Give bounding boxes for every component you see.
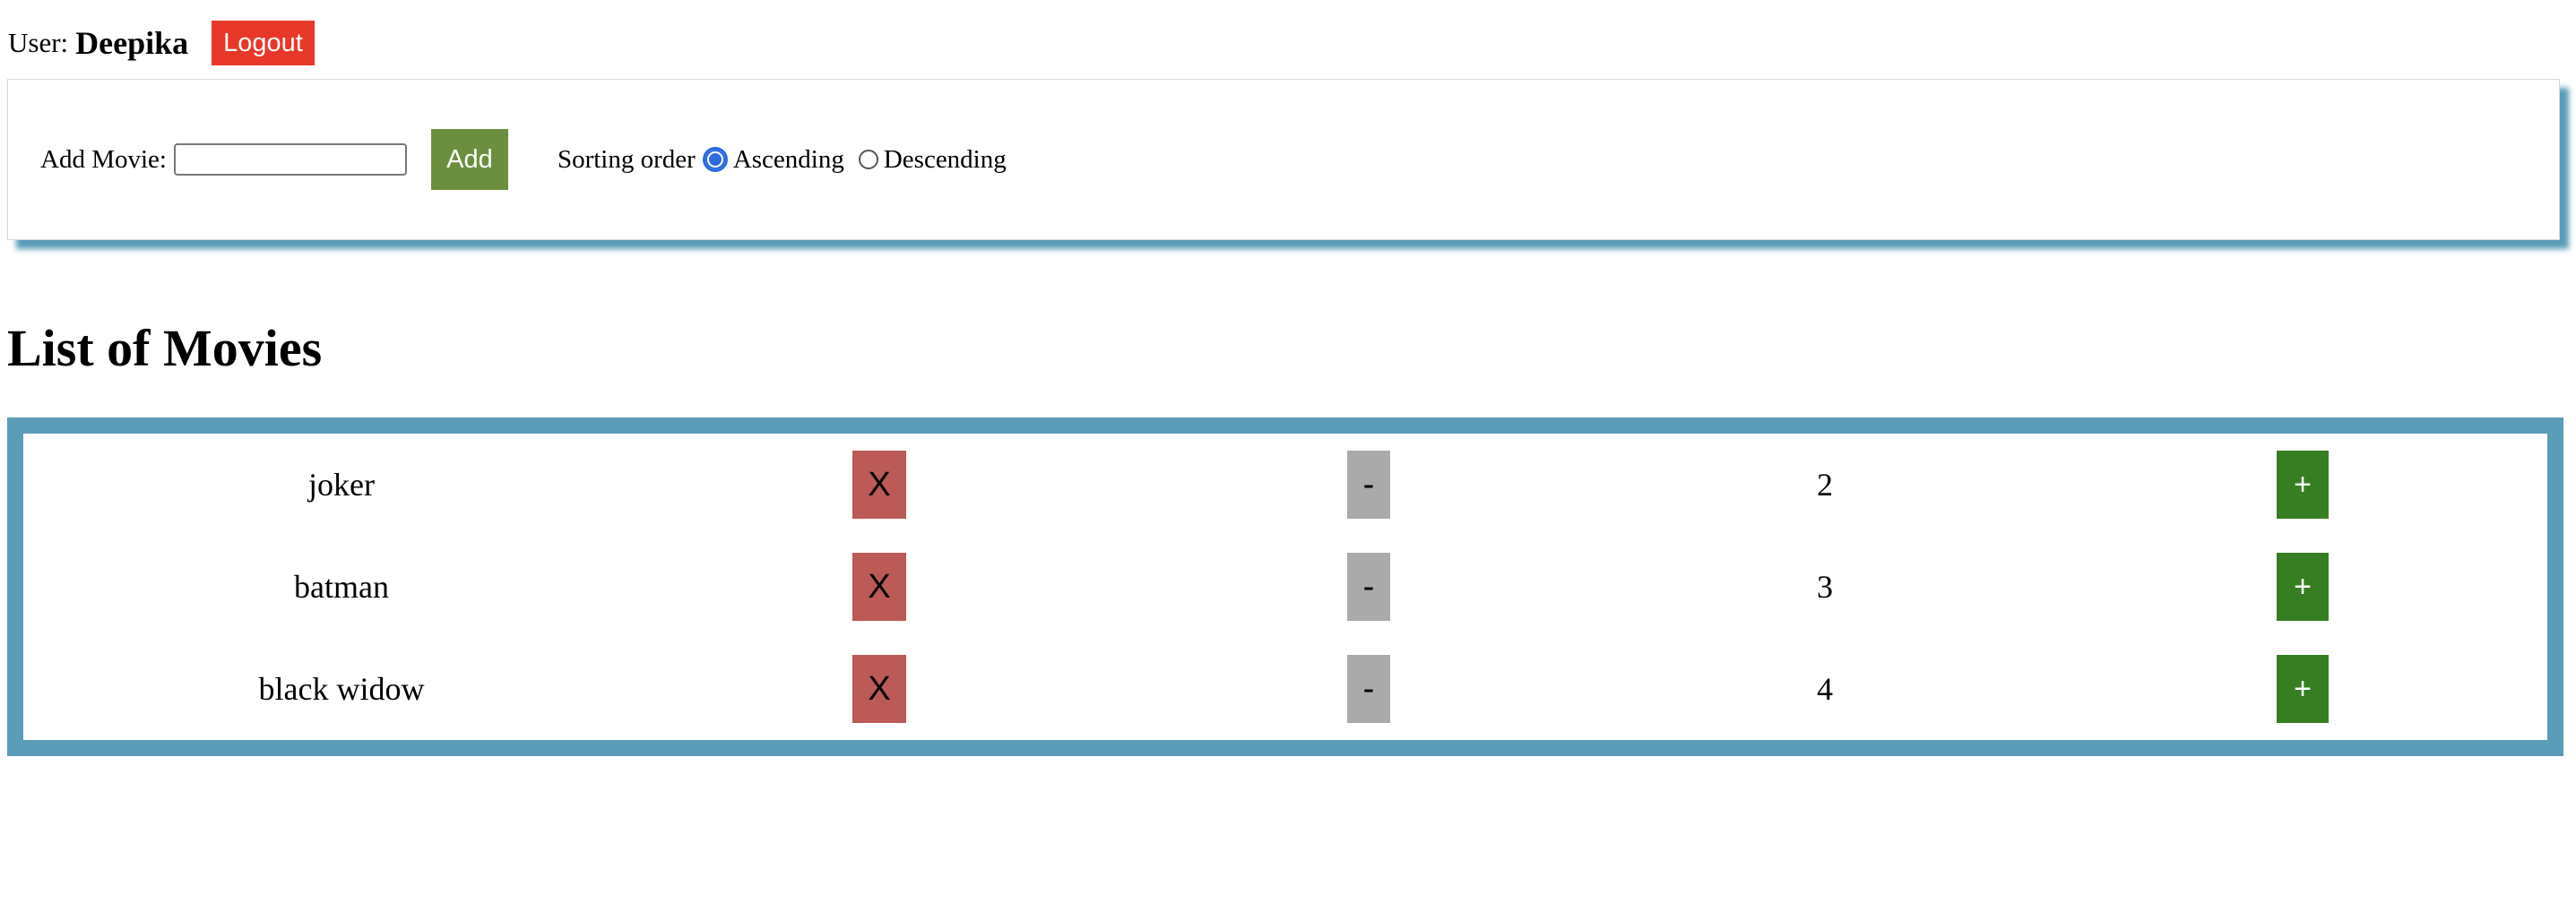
sort-ascending-radio[interactable] [702,147,728,172]
sort-descending-radio[interactable] [858,150,878,169]
increment-cell: + [2277,655,2329,723]
remove-cell: X [852,451,906,519]
add-movie-input[interactable] [173,143,407,176]
decrement-cell: - [1347,451,1390,519]
control-panel: Add Movie: Add Sorting order Ascending D… [7,79,2560,240]
increment-button[interactable]: + [2277,655,2329,723]
user-name: Deepika [75,25,189,61]
user-bar: User: Deepika Logout [8,20,315,66]
remove-cell: X [852,553,906,621]
movie-count: 2 [1817,467,1833,503]
page-title: List of Movies [7,319,323,377]
increment-button[interactable]: + [2277,553,2329,621]
table-row: black widow X - 4 + [23,655,2547,723]
sorting-order-label: Sorting order [557,144,696,174]
decrement-cell: - [1347,655,1390,723]
increment-cell: + [2277,451,2329,519]
table-row: joker X - 2 + [23,451,2547,519]
add-button[interactable]: Add [430,129,508,190]
decrement-button[interactable]: - [1347,553,1390,621]
table-row: batman X - 3 + [23,553,2547,621]
movie-name: joker [308,467,375,503]
remove-movie-button[interactable]: X [852,655,906,723]
sort-descending-label[interactable]: Descending [884,145,1007,175]
sort-ascending-label[interactable]: Ascending [733,145,844,175]
remove-cell: X [852,655,906,723]
logout-button[interactable]: Logout [212,21,315,65]
remove-movie-button[interactable]: X [852,451,906,519]
movie-table: joker X - 2 + batman X - 3 + black widow… [7,417,2563,756]
movie-name: batman [294,569,389,605]
increment-cell: + [2277,553,2329,621]
remove-movie-button[interactable]: X [852,553,906,621]
movie-name: black widow [258,671,425,707]
user-label: User: [8,27,69,58]
decrement-button[interactable]: - [1347,451,1390,519]
decrement-button[interactable]: - [1347,655,1390,723]
add-movie-label: Add Movie: [40,144,167,174]
decrement-cell: - [1347,553,1390,621]
increment-button[interactable]: + [2277,451,2329,519]
movie-count: 3 [1817,569,1833,605]
movie-count: 4 [1817,671,1833,707]
